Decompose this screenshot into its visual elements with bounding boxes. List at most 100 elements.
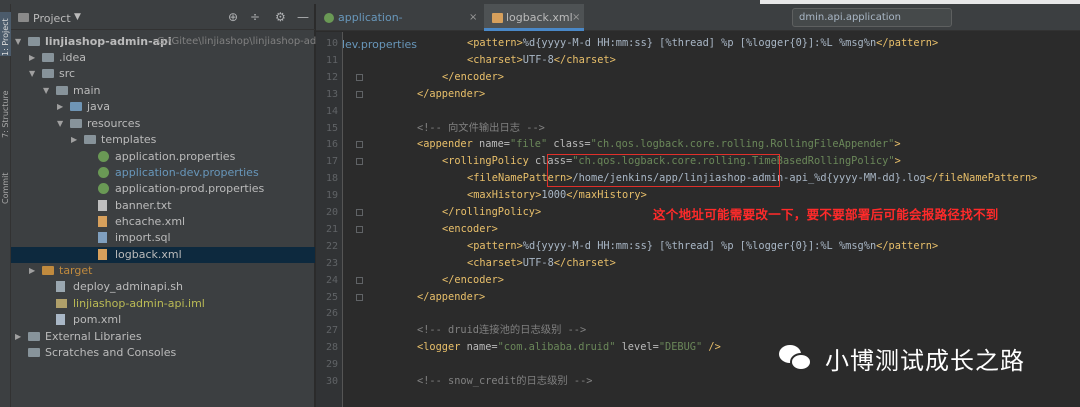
tree-item[interactable]: Scratches and Consoles [11,345,315,361]
project-view-icon [18,13,29,22]
chevron-down-icon[interactable]: ▼ [15,34,21,50]
fold-marker-icon[interactable] [356,209,363,216]
tree-item-label: linjiashop-admin-api.iml [73,297,205,310]
code-token: </encoder> [442,273,504,286]
chevron-down-icon[interactable]: ▼ [29,66,35,82]
tree-item-label: resources [87,117,141,130]
code-token: <logger [417,341,467,354]
fold-marker-icon[interactable] [356,73,363,81]
iml-file-icon [56,299,67,308]
tree-item-label: pom.xml [73,313,122,326]
tree-item[interactable]: deploy_adminapi.sh [11,279,315,295]
tree-item-label: import.sql [115,231,171,244]
code-line: <maxHistory>1000</maxHistory> [467,187,647,204]
code-token: %d{yyyy-M-d HH:mm:ss} [%thread] %p [%log… [522,239,877,252]
tree-item[interactable]: ehcache.xml [11,214,315,230]
chevron-right-icon[interactable]: ▶ [15,329,21,345]
fold-marker-icon[interactable] [356,158,363,166]
code-token: class= [553,138,591,151]
hide-panel-icon[interactable]: — [297,10,309,24]
folder-icon [42,69,54,78]
fold-marker-icon[interactable] [356,225,363,233]
chevron-right-icon[interactable]: ▶ [57,99,63,115]
code-token: </maxHistory> [566,189,647,202]
code-token: "file" [510,138,554,151]
tree-item[interactable]: ▶ target [11,263,315,279]
chevron-right-icon[interactable]: ▶ [71,132,77,148]
line-number: 14 [325,105,338,117]
editor-area: application-dev.properties × logback.xml… [316,4,1080,407]
line-number: 12 [325,71,338,83]
run-config-selector[interactable]: dmin.api.application [792,8,952,27]
tree-item[interactable]: ▶ .idea [11,50,315,66]
line-number: 26 [325,308,338,320]
structure-tool-button[interactable]: 7: Structure [0,84,11,138]
chevron-down-icon[interactable]: ▼ [57,116,63,132]
tree-item[interactable]: banner.txt [11,198,315,214]
library-icon [28,332,40,341]
code-line: <logger name="com.alibaba.druid" level="… [417,339,721,356]
tree-item[interactable]: ▶ templates [11,132,315,148]
close-icon[interactable]: × [572,4,580,31]
tree-item[interactable]: application-prod.properties [11,181,315,197]
folder-icon [56,86,68,95]
chevron-down-icon[interactable]: ▼ [43,83,49,99]
code-token: level= [621,341,659,354]
tab-application-dev-properties[interactable]: application-dev.properties × [316,4,478,51]
chevron-right-icon[interactable]: ▶ [29,50,35,66]
tree-item[interactable]: logback.xml [11,247,315,263]
commit-tool-button[interactable]: Commit [0,164,11,204]
sql-file-icon [98,232,107,243]
locate-icon[interactable]: ⊕ [228,10,238,24]
code-token: <encoder> [442,222,498,235]
tree-item[interactable]: ▶ External Libraries [11,329,315,345]
tree-item[interactable]: ▶ java [11,99,315,115]
tree-item[interactable]: import.sql [11,230,315,246]
tree-item[interactable]: pom.xml [11,312,315,328]
tree-item[interactable]: application-dev.properties [11,165,315,181]
line-number: 25 [325,291,338,303]
line-number: 20 [325,207,338,218]
project-panel-title[interactable]: Project [33,12,71,25]
shell-file-icon [56,281,65,292]
tree-item[interactable]: ▼ main [11,83,315,99]
code-line: </appender> [417,86,485,103]
code-line: <pattern>%d{yyyy-M-d HH:mm:ss} [%thread]… [467,35,938,52]
tree-item[interactable]: ▼ linjiashop-admin-api G:\Gitee\linjiashop… [11,34,329,50]
code-line: <encoder> [442,221,498,238]
code-token: name= [479,138,510,151]
line-number: 23 [325,257,338,269]
tree-item-label: java [87,100,111,113]
tree-item[interactable]: application.properties [11,149,315,165]
text-file-icon [98,200,107,211]
close-icon[interactable]: × [469,4,477,31]
code-token: </rollingPolicy> [442,206,542,218]
gear-icon[interactable]: ⚙ [275,10,286,24]
editor-tab-bar: application-dev.properties × logback.xml… [316,4,1080,51]
xml-file-icon [98,216,107,227]
code-token: /> [708,341,721,354]
tree-item[interactable]: linjiashop-admin-api.iml [11,296,315,312]
fold-marker-icon[interactable] [356,276,363,284]
fold-marker-icon[interactable] [356,90,363,98]
tree-item[interactable]: ▼ resources [11,116,315,132]
fold-marker-icon[interactable] [356,293,363,301]
collapse-all-icon[interactable]: ÷ [250,10,260,24]
chevron-right-icon[interactable]: ▶ [29,263,35,279]
chevron-down-icon[interactable]: ▼ [74,12,81,22]
project-tool-button[interactable]: 1: Project [0,12,11,56]
tab-label: application-dev.properties [338,11,418,51]
resources-folder-icon [70,119,82,128]
code-line: </encoder> [442,272,504,289]
fold-marker-icon[interactable] [356,141,363,149]
line-number: 18 [325,173,338,185]
tree-item-label: External Libraries [45,330,142,343]
spring-properties-icon [98,167,109,178]
tree-item[interactable]: ▼ src [11,66,315,82]
tab-logback-xml[interactable]: logback.xml × [484,4,584,31]
line-number: 17 [325,156,338,168]
annotation-text: 这个地址可能需要改一下，要不要部署后可能会报路径找不到 [653,207,999,222]
code-token: UTF-8 [522,256,554,269]
tree-item-label: src [59,67,76,80]
code-token: UTF-8 [522,53,554,66]
